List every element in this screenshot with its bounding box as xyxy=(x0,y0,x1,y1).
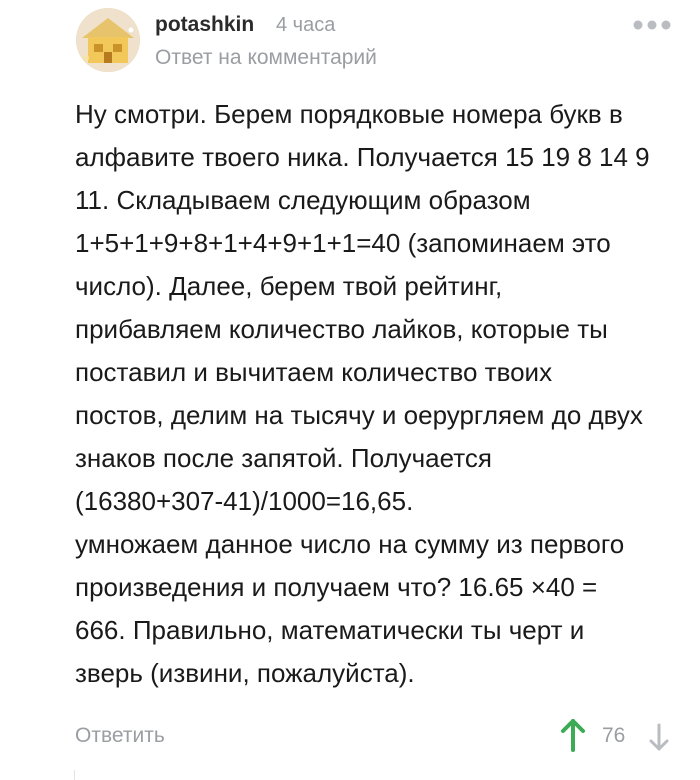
comment-time: 4 часа xyxy=(276,14,336,36)
arrow-down-icon[interactable] xyxy=(648,722,670,752)
arrow-up-icon[interactable] xyxy=(560,718,586,752)
comment-line: умножаем данное число на сумму из первог… xyxy=(75,529,625,559)
comment-line: число). Далее, берем твой рейтинг, xyxy=(75,271,503,301)
comment-line: 11. Складываем следующим образом xyxy=(75,185,531,215)
thread-divider xyxy=(74,770,75,780)
comment-line: алфавите твоего ника. Получается 15 19 8… xyxy=(75,142,650,172)
comment-line: Ну смотри. Берем порядковые номера букв … xyxy=(75,99,623,129)
more-dots-icon[interactable] xyxy=(632,18,672,32)
avatar-image xyxy=(76,8,140,72)
comment-line: постов, делим на тысячу и оерургляем до … xyxy=(75,400,643,430)
comment: potashkin 4 часа Ответ на комментарий Ну… xyxy=(0,0,700,780)
comment-body: Ну смотри. Берем порядковые номера букв … xyxy=(75,93,675,695)
author-name[interactable]: potashkin xyxy=(155,13,254,37)
comment-line: прибавляем количество лайков, которые ты xyxy=(75,314,608,344)
comment-line: 666. Правильно, математически ты черт и xyxy=(75,615,585,645)
comment-line: знаков после запятой. Получается xyxy=(75,443,492,473)
reply-button[interactable]: Ответить xyxy=(75,724,165,748)
comment-line: произведения и получаем что? 16.65 ×40 = xyxy=(75,572,598,602)
comment-line: поставил и вычитаем количество твоих xyxy=(75,357,553,387)
reply-to-info: Ответ на комментарий xyxy=(155,46,377,70)
parent-comment-link[interactable]: комментарий xyxy=(247,46,376,69)
reply-prefix: Ответ на xyxy=(155,46,242,69)
comment-line: зверь (извини, пожалуйста). xyxy=(75,658,415,688)
avatar[interactable] xyxy=(76,8,140,72)
comment-line: 1+5+1+9+8+1+4+9+1+1=40 (запоминаем это xyxy=(75,228,611,258)
rating-count: 76 xyxy=(602,724,626,747)
comment-line: (16380+307-41)/1000=16,65. xyxy=(75,486,414,516)
